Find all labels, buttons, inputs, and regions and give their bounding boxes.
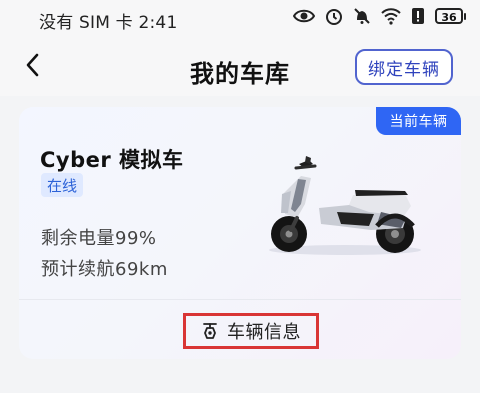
bind-vehicle-button[interactable]: 绑定车辆 (355, 49, 453, 85)
header: 我的车库 绑定车辆 (0, 38, 480, 96)
vehicle-name: Cyber 模拟车 (40, 148, 184, 172)
alert-icon (411, 7, 425, 25)
battery-level: 36 (435, 8, 463, 24)
eye-icon (293, 7, 315, 25)
scooter-image (261, 146, 427, 257)
mute-bell-icon (353, 7, 371, 25)
vehicle-info-button[interactable]: 车辆信息 (183, 313, 319, 349)
estimated-range-text: 预计续航69km (41, 259, 168, 280)
battery-icon: 36 (435, 8, 466, 24)
alarm-icon (325, 7, 343, 25)
card-divider (19, 299, 461, 300)
wifi-icon (381, 7, 401, 25)
online-status-badge: 在线 (41, 173, 84, 197)
status-icons: 36 (293, 7, 466, 25)
battery-remaining-text: 剩余电量99% (41, 228, 157, 249)
vehicle-info-label: 车辆信息 (227, 322, 301, 343)
status-bar-text: 没有 SIM 卡 2:41 (39, 13, 178, 33)
vehicle-card[interactable]: 当前车辆 Cyber 模拟车 在线 剩余电量99% 预计续航69km 车辆信息 (19, 107, 461, 359)
scooter-icon (201, 321, 219, 341)
current-vehicle-tag: 当前车辆 (376, 107, 461, 135)
status-bar: 没有 SIM 卡 2:41 36 (0, 0, 480, 38)
